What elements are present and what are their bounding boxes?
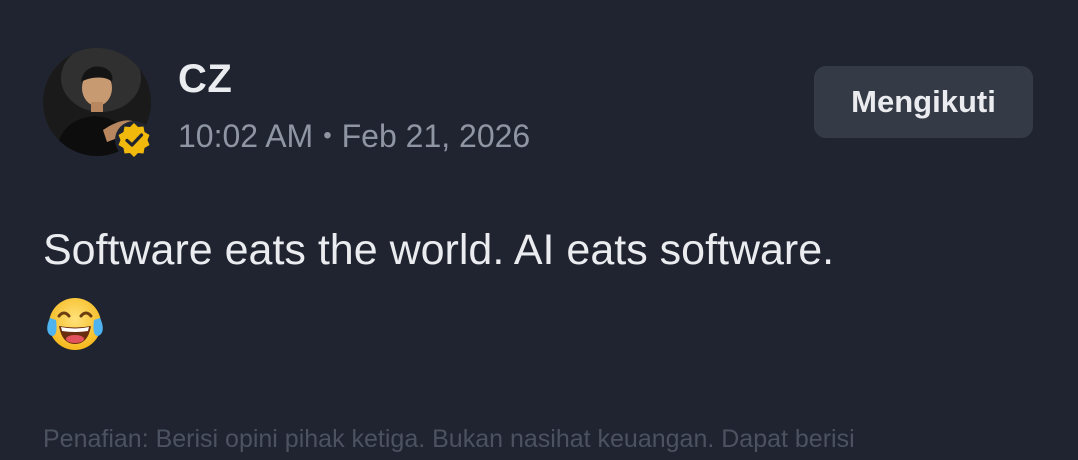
author-name[interactable]: CZ <box>178 55 232 103</box>
post-content-text: Software eats the world. AI eats softwar… <box>43 226 835 274</box>
face-with-tears-of-joy-icon <box>47 298 103 350</box>
post-time: 10:02 AM <box>178 118 314 154</box>
post-meta: 10:02 AM • Feb 21, 2026 <box>178 116 530 156</box>
following-button[interactable]: Mengikuti <box>814 66 1033 138</box>
meta-separator: • <box>323 122 332 149</box>
post-date: Feb 21, 2026 <box>341 118 531 154</box>
disclaimer-text: Penafian: Berisi opini pihak ketiga. Buk… <box>43 425 855 453</box>
verified-badge-icon <box>115 121 153 159</box>
